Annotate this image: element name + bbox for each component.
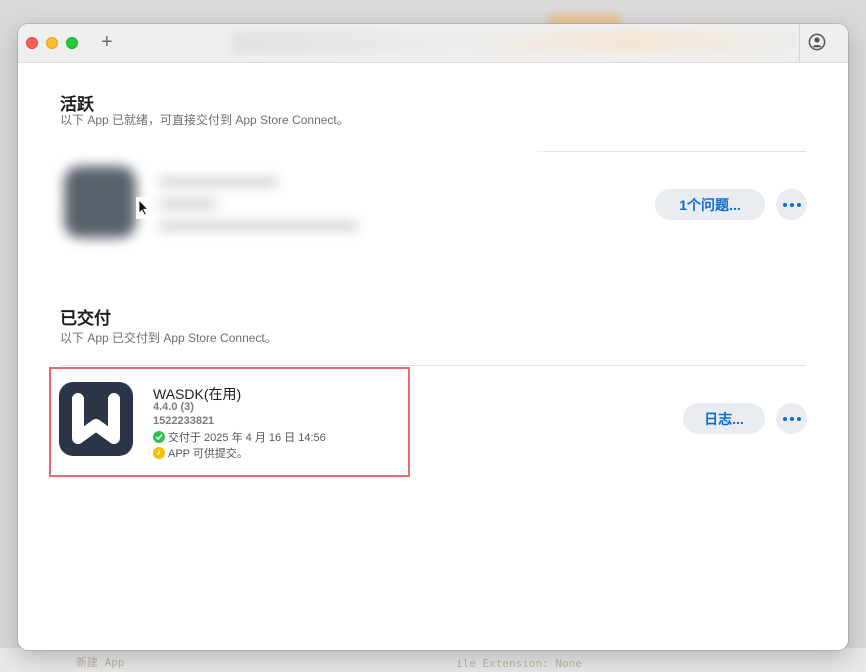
new-tab-button[interactable]: + (101, 30, 113, 54)
app-version: 4.4.0 (3) (153, 401, 194, 413)
background-code-text: ile Extension: None (456, 657, 582, 670)
redacted-app-icon (64, 166, 136, 238)
close-icon[interactable] (26, 37, 38, 49)
section-subtitle-active: 以下 App 已就绪，可直接交付到 App Store Connect。 (60, 113, 349, 126)
background-code-text: 新建 App (76, 656, 125, 669)
section-title-delivered: 已交付 (60, 309, 111, 328)
toolbar-divider (799, 24, 800, 62)
ellipsis-icon[interactable] (776, 189, 807, 220)
person-circle-icon[interactable] (808, 33, 826, 51)
background-window-strip: 新建 App ile Extension: None (0, 648, 866, 672)
ellipsis-icon[interactable] (776, 403, 807, 434)
w-logo-icon (59, 382, 133, 456)
checkmark-icon (153, 431, 165, 443)
section-subtitle-delivered: 以下 App 已交付到 App Store Connect。 (60, 331, 277, 345)
section-title-active: 活跃 (60, 95, 94, 114)
delivered-status-text: 交付于 2025 年 4 月 16 日 14:56 (168, 432, 326, 444)
redacted-toolbar (230, 30, 798, 54)
log-button[interactable]: 日志... (683, 403, 765, 434)
mouse-pointer-icon (136, 197, 149, 219)
content-area: 活跃 以下 App 已就绪，可直接交付到 App Store Connect。 … (18, 63, 848, 650)
issues-button[interactable]: 1个问题... (655, 189, 765, 220)
availability-status: APP 可供提交。 (153, 445, 248, 461)
availability-status-text: APP 可供提交。 (168, 448, 248, 460)
minimize-icon[interactable] (46, 37, 58, 49)
clock-icon (153, 447, 165, 459)
organizer-window: + 活跃 以下 App 已就绪，可直接交付到 App Store Connect… (18, 24, 848, 650)
divider (60, 365, 806, 366)
delivered-status: 交付于 2025 年 4 月 16 日 14:56 (153, 429, 326, 445)
title-bar: + (18, 24, 848, 63)
app-build-id: 1522233821 (153, 415, 215, 427)
zoom-icon[interactable] (66, 37, 78, 49)
redacted-app-row (52, 148, 542, 278)
divider (536, 151, 806, 152)
